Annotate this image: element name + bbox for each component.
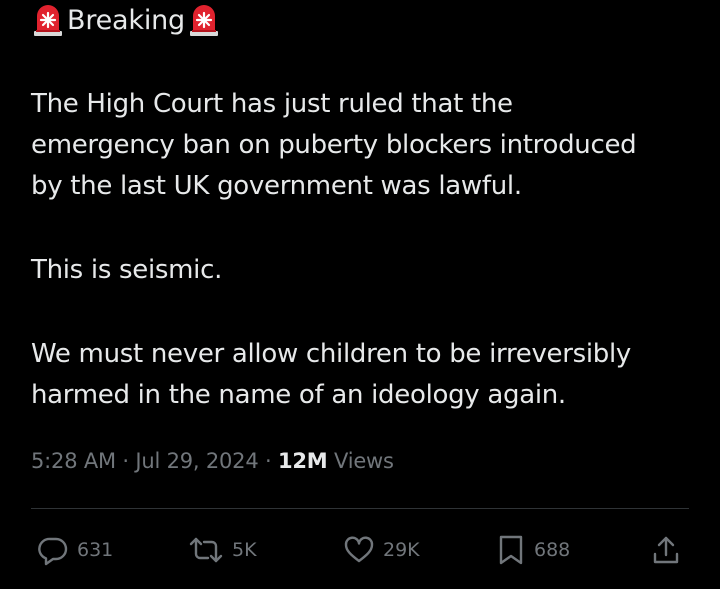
share-button[interactable]	[651, 530, 681, 570]
meta-separator: ·	[265, 449, 272, 473]
bookmark-count: 688	[534, 539, 571, 561]
post-paragraph: We must never allow children to be irrev…	[31, 339, 632, 410]
bookmark-button[interactable]: 688	[496, 530, 570, 570]
like-count: 29K	[383, 539, 420, 561]
repost-count: 5K	[232, 539, 257, 561]
police-car-light-icon	[31, 4, 65, 38]
meta-separator: ·	[122, 449, 129, 473]
repost-button[interactable]: 5K	[188, 530, 257, 570]
post-paragraph: This is seismic.	[31, 255, 223, 285]
police-car-light-icon	[187, 4, 221, 38]
views-label: Views	[333, 449, 394, 473]
action-bar: 631 5K 29K 688	[31, 530, 689, 570]
heart-icon	[343, 535, 375, 565]
post-time[interactable]: 5:28 AM	[31, 449, 116, 473]
breaking-label: Breaking	[67, 5, 185, 36]
share-icon	[651, 534, 681, 566]
repost-icon	[188, 535, 224, 565]
bookmark-icon	[496, 534, 526, 566]
post-metadata: 5:28 AM · Jul 29, 2024 · 12M Views	[31, 446, 394, 476]
post-date[interactable]: Jul 29, 2024	[135, 449, 258, 473]
reply-button[interactable]: 631	[37, 530, 113, 570]
post-paragraph: The High Court has just ruled that the e…	[31, 89, 637, 201]
breaking-header: Breaking	[31, 4, 221, 38]
reply-icon	[37, 534, 69, 566]
divider	[31, 508, 689, 509]
like-button[interactable]: 29K	[343, 530, 420, 570]
reply-count: 631	[77, 539, 114, 561]
views-count: 12M	[277, 449, 328, 473]
